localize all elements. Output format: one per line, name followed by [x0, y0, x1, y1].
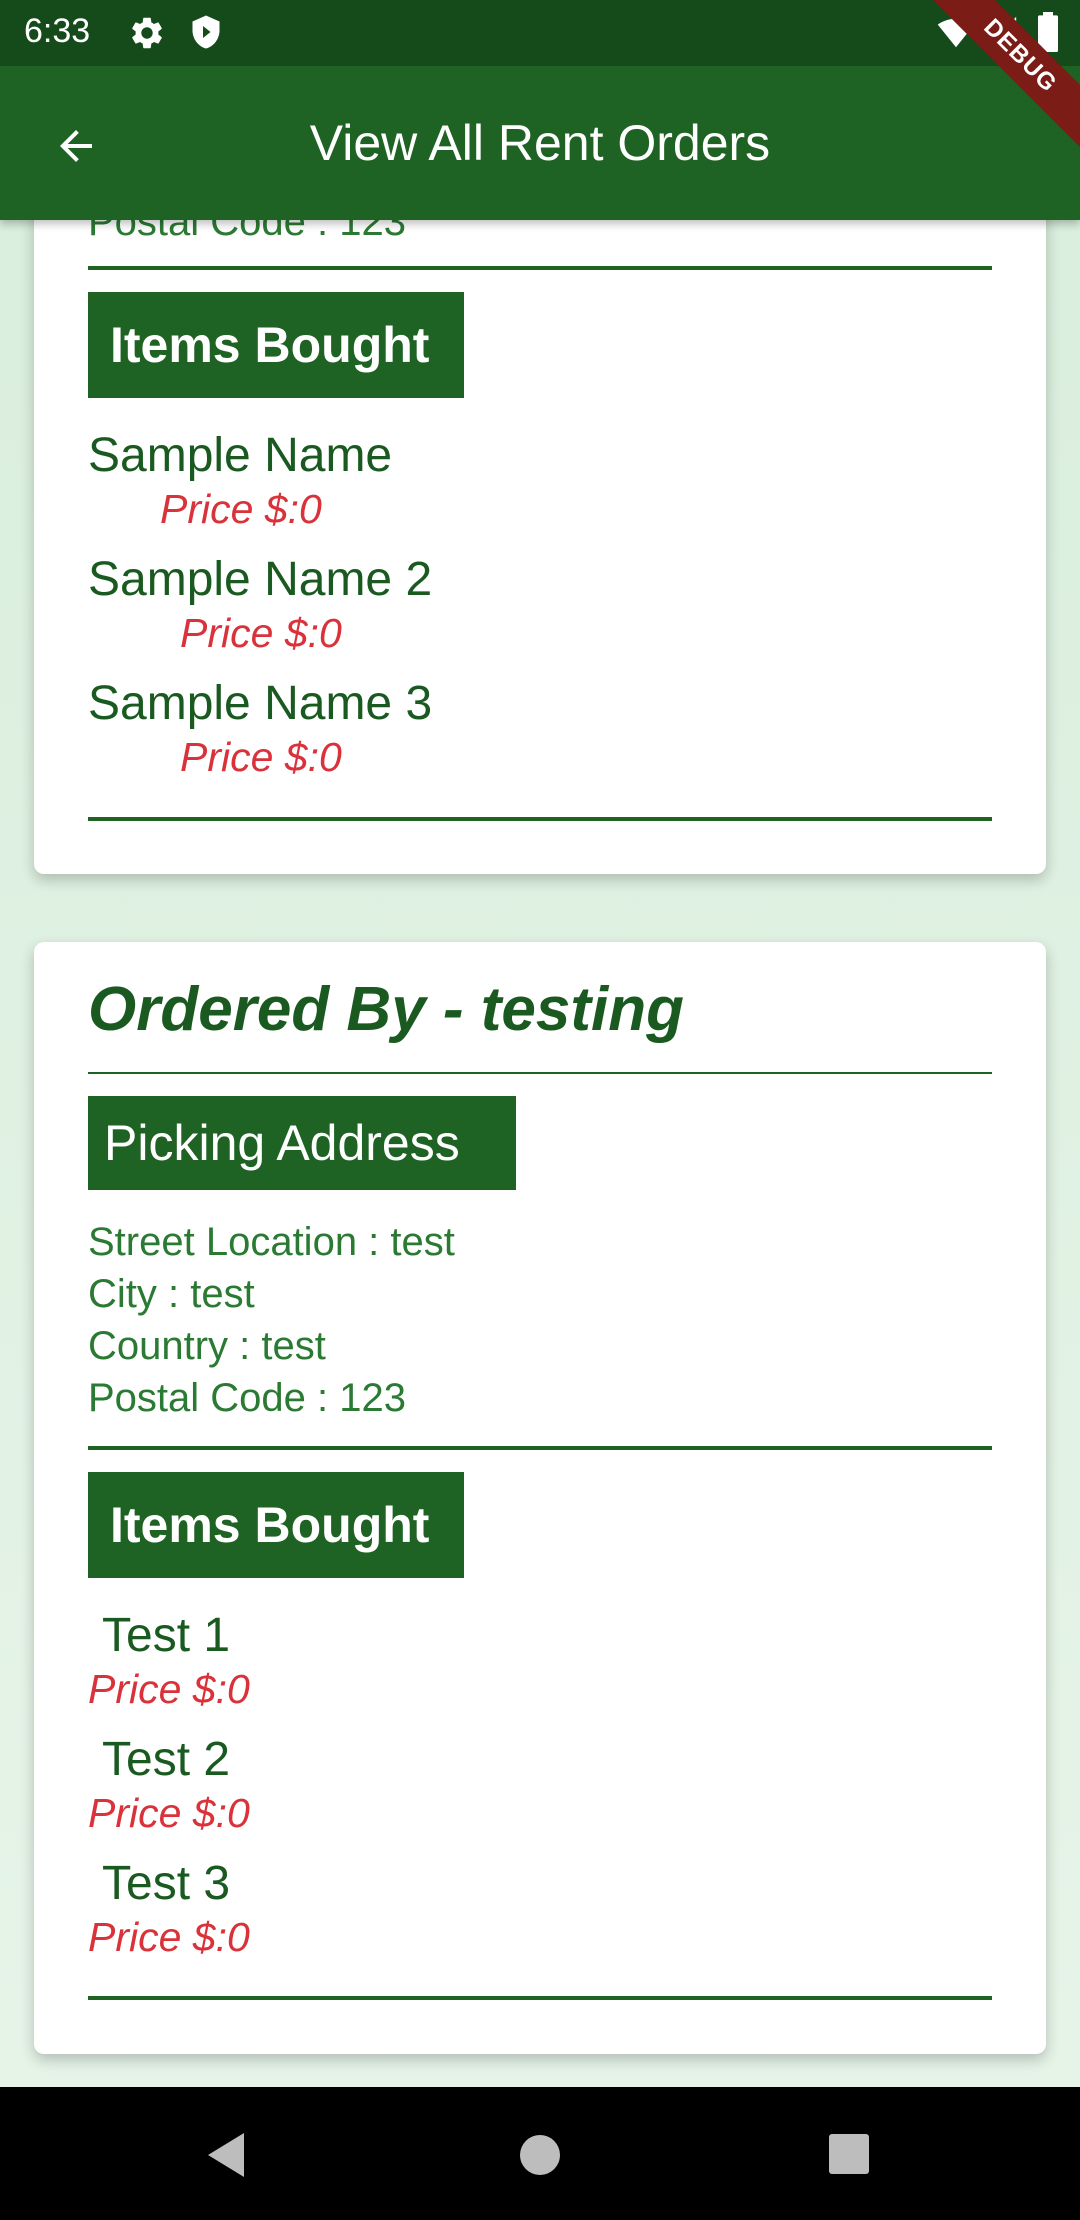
country-line: Country : test [88, 1324, 326, 1368]
item-price: Price $:0 [88, 1790, 250, 1836]
items-bought-header: Items Bought [88, 292, 464, 398]
divider [88, 817, 992, 821]
item-price: Price $:0 [88, 1914, 250, 1960]
items-bought-header: Items Bought [88, 1472, 464, 1578]
item-name: Test 1 [102, 1609, 231, 1662]
home-circle-icon[interactable] [518, 2133, 562, 2177]
item-name: Sample Name 3 [88, 677, 433, 730]
items-bought-label: Items Bought [110, 1497, 430, 1553]
postal-code-line: Postal Code : 123 [88, 1376, 406, 1420]
divider [88, 266, 992, 270]
status-time: 6:33 [24, 12, 91, 50]
status-bar: 6:33 [0, 0, 1080, 66]
recents-square-icon[interactable] [828, 2133, 870, 2175]
item-name: Sample Name 2 [88, 553, 433, 606]
page-title: View All Rent Orders [309, 115, 771, 171]
item-name: Test 2 [102, 1733, 231, 1786]
app-bar: View All Rent Orders [0, 66, 1080, 220]
picking-address-header: Picking Address [88, 1096, 516, 1190]
item-name: Sample Name [88, 429, 393, 482]
back-triangle-icon[interactable] [204, 2131, 248, 2179]
picking-address-label: Picking Address [104, 1115, 460, 1171]
system-nav-bar [0, 2087, 1080, 2220]
item-price: Price $:0 [180, 734, 342, 780]
item-price: Price $:0 [180, 610, 342, 656]
street-location-line: Street Location : test [88, 1220, 455, 1264]
shield-icon [192, 15, 220, 49]
item-name: Test 3 [102, 1857, 231, 1910]
items-bought-label: Items Bought [110, 317, 430, 373]
ordered-by-title: Ordered By - testing [88, 975, 684, 1044]
item-price: Price $:0 [88, 1666, 250, 1712]
item-price: Price $:0 [160, 486, 322, 532]
divider [88, 1446, 992, 1450]
divider [88, 1996, 992, 2000]
divider [88, 1072, 992, 1074]
gear-icon [132, 17, 162, 49]
city-line: City : test [88, 1272, 255, 1316]
